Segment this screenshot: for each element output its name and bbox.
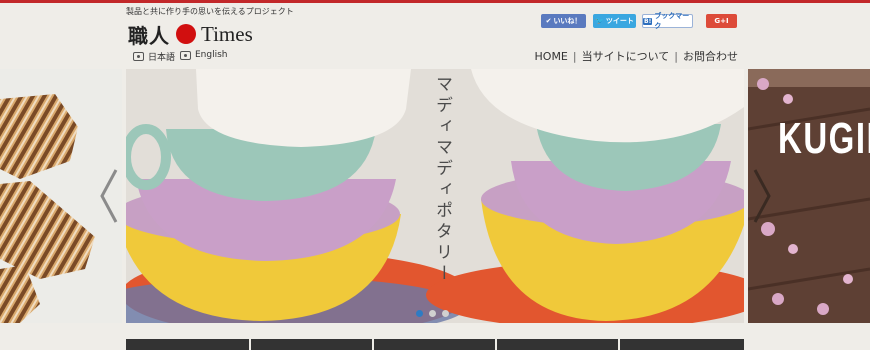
check-icon: ✔ [545,17,552,25]
nav-home[interactable]: HOME [535,50,568,63]
lang-icon [133,52,144,61]
hatena-bookmark-button[interactable]: B! ブックマーク [642,12,693,30]
lang-label-english: English [195,50,228,60]
hatena-b-icon: B! [643,17,653,25]
lang-label-japanese: 日本語 [148,53,176,63]
slider-next-arrow-icon[interactable] [751,166,773,226]
image-slider: マディマディポタリー KUGII [0,69,870,323]
lang-english[interactable]: English [180,50,228,60]
nav-separator: | [572,49,577,63]
category-tile-1[interactable] [126,339,249,350]
nav-separator: | [674,49,678,63]
main-nav: HOME | 当サイトについて | お問合わせ [535,48,738,64]
slider-prev-arrow-icon[interactable] [98,166,120,226]
logo-text-en: Times [201,21,253,46]
category-tile-3[interactable] [374,339,495,350]
google-plus-button[interactable]: G+I [706,14,737,28]
top-accent-line [0,0,870,3]
slide-title: マディマディポタリー [432,75,452,285]
kugii-slide-title: KUGII [778,114,870,163]
nav-about[interactable]: 当サイトについて [582,48,670,64]
slider-dot-3[interactable] [442,310,449,317]
category-tile-2[interactable] [251,339,372,350]
facebook-like-label: いいね！ [553,17,582,25]
lang-japanese[interactable]: 日本語 [133,50,175,63]
hatena-bookmark-label: ブックマーク [654,12,690,30]
category-tile-5[interactable] [620,339,744,350]
facebook-like-button[interactable]: ✔ いいね！ [541,14,586,28]
slider-pagination [416,310,449,317]
tweet-label: ツイート [605,17,634,25]
site-logo[interactable]: 職人 Times [128,20,253,48]
tweet-button[interactable]: 🐦 ツイート [593,14,636,28]
site-tagline: 製品と共に作り手の思いを伝えるプロジェクト [126,7,294,16]
slider-dot-1[interactable] [416,310,423,317]
lang-icon [180,50,191,60]
twitter-bird-icon: 🐦 [595,17,604,25]
logo-text-jp: 職人 [128,23,170,48]
logo-red-circle [176,24,196,44]
slider-dot-2[interactable] [429,310,436,317]
category-tile-4[interactable] [497,339,618,350]
nav-contact[interactable]: お問合わせ [683,48,738,64]
